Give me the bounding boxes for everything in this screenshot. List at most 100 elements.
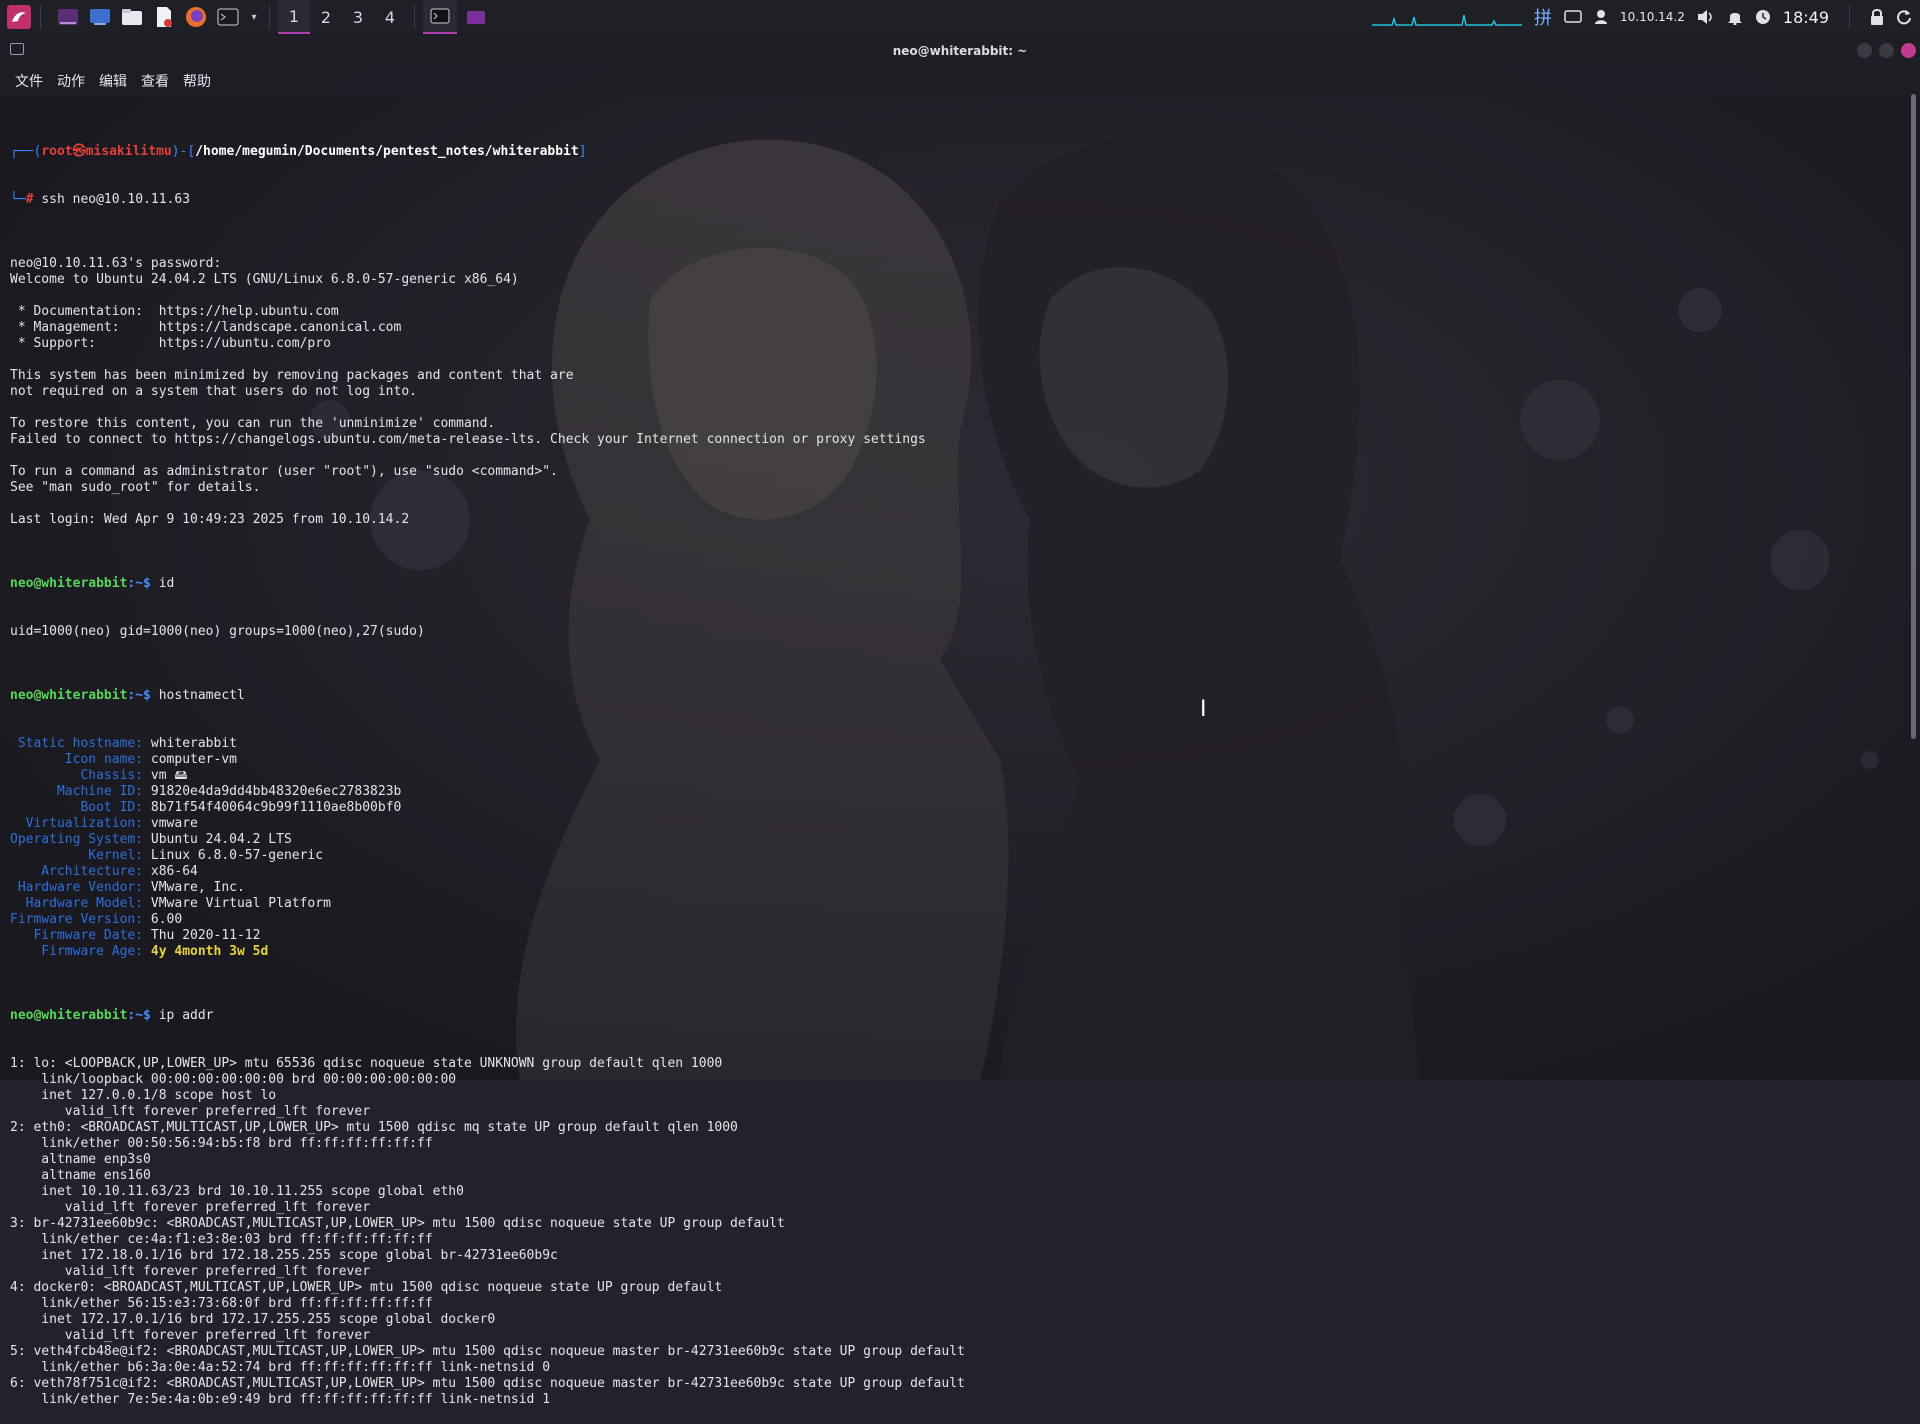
lock-icon[interactable] <box>1870 9 1884 25</box>
hostnamectl-row: Firmware Version: 6.00 <box>10 912 1890 928</box>
hostnamectl-value: x86-64 <box>150 864 198 879</box>
hostnamectl-value: computer-vm <box>150 752 237 767</box>
close-button[interactable] <box>1901 43 1916 58</box>
vpn-user-icon[interactable] <box>1594 9 1608 25</box>
workspace-2[interactable]: 2 <box>310 0 342 34</box>
workspace-4[interactable]: 4 <box>374 0 406 34</box>
volume-icon[interactable] <box>1697 9 1715 25</box>
panel-separator <box>414 5 415 29</box>
login-banner-line <box>10 352 1890 368</box>
hostnamectl-value: whiterabbit <box>150 736 237 751</box>
ip-addr-line: altname ens160 <box>10 1168 151 1183</box>
login-banner-line: This system has been minimized by removi… <box>10 368 574 383</box>
screenshot-app-icon[interactable] <box>87 4 113 30</box>
login-banner-line: Failed to connect to https://changelogs.… <box>10 432 926 447</box>
remote-command-line: neo@whiterabbit:~$ hostnamectl <box>10 688 1890 704</box>
network-graph-icon <box>1372 7 1522 27</box>
prompt-bracket: ] <box>578 144 587 159</box>
ip-addr-line: link/ether ce:4a:f1:e3:8e:03 brd ff:ff:f… <box>10 1232 433 1247</box>
login-banner-line: * Documentation: https://help.ubuntu.com <box>10 304 339 319</box>
hostnamectl-row: Firmware Age: 4y 4month 3w 5d <box>10 944 1890 960</box>
remote-prompt: neo@whiterabbit <box>10 576 128 591</box>
minimize-button[interactable] <box>1857 43 1872 58</box>
hostnamectl-value: 91820e4da9dd4bb48320e6ec2783823b <box>150 784 402 799</box>
refresh-icon[interactable] <box>1896 9 1912 25</box>
ip-addr-line: inet 10.10.11.63/23 brd 10.10.11.255 sco… <box>10 1184 464 1199</box>
id-output: uid=1000(neo) gid=1000(neo) groups=1000(… <box>10 624 425 639</box>
prompt-hash: # <box>25 192 34 207</box>
clock[interactable]: 18:49 <box>1783 8 1829 27</box>
terminal-launcher-icon[interactable] <box>215 4 241 30</box>
hostnamectl-value: vm 🖴 <box>150 768 188 783</box>
login-banner-line: Welcome to Ubuntu 24.04.2 LTS (GNU/Linux… <box>10 272 519 287</box>
hostnamectl-key: Architecture: <box>10 864 151 879</box>
ip-addr-line: valid_lft forever preferred_lft forever <box>10 1200 371 1215</box>
text-editor-icon[interactable] <box>151 4 177 30</box>
ip-addr-line: link/loopback 00:00:00:00:00:00 brd 00:0… <box>10 1072 457 1087</box>
prompt-bracket: ┌──( <box>10 144 42 159</box>
local-prompt-line: ┌──(root㉿misakilitmu)-[/home/megumin/Doc… <box>10 144 1890 160</box>
hostnamectl-key: Firmware Version: <box>10 912 151 927</box>
menu-edit[interactable]: 编辑 <box>92 71 134 91</box>
ip-addr-line: link/ether 7e:5e:4a:0b:e9:49 brd ff:ff:f… <box>10 1392 551 1407</box>
ip-addr-line: valid_lft forever preferred_lft forever <box>10 1264 371 1279</box>
clock-icon <box>1755 9 1771 25</box>
top-panel: ▾ 1 2 3 4 拼 10.10.14.2 18:49 <box>0 0 1920 35</box>
login-banner-line: See "man sudo_root" for details. <box>10 480 261 495</box>
ip-addr-line: 1: lo: <LOOPBACK,UP,LOWER_UP> mtu 65536 … <box>10 1056 723 1071</box>
login-banner-line: Last login: Wed Apr 9 10:49:23 2025 from… <box>10 512 410 527</box>
terminal-scrollbar[interactable] <box>1911 94 1916 739</box>
login-banner-line: To restore this content, you can run the… <box>10 416 496 431</box>
display-icon[interactable] <box>1564 10 1582 24</box>
workspace-1[interactable]: 1 <box>278 0 310 34</box>
keyboard-layout-icon[interactable]: 拼 <box>1534 4 1552 30</box>
hostnamectl-value: vmware <box>150 816 198 831</box>
menu-file[interactable]: 文件 <box>8 71 50 91</box>
terminal-output[interactable]: ┌──(root㉿misakilitmu)-[/home/megumin/Doc… <box>10 112 1890 1407</box>
hostnamectl-key: Virtualization: <box>10 816 151 831</box>
workspace-3[interactable]: 3 <box>342 0 374 34</box>
task-folder-icon[interactable] <box>463 4 489 30</box>
file-manager-icon[interactable] <box>119 4 145 30</box>
menu-help[interactable]: 帮助 <box>176 71 218 91</box>
bell-icon[interactable] <box>1727 9 1743 25</box>
ip-address: 10.10.14.2 <box>1620 10 1685 24</box>
hostnamectl-key: Boot ID: <box>10 800 151 815</box>
remote-prompt-suffix: :~$ <box>127 1008 159 1023</box>
hostnamectl-output: Static hostname: whiterabbit Icon name: … <box>10 736 1890 960</box>
hostnamectl-row: Firmware Date: Thu 2020-11-12 <box>10 928 1890 944</box>
hostnamectl-key: Kernel: <box>10 848 151 863</box>
hostnamectl-row: Operating System: Ubuntu 24.04.2 LTS <box>10 832 1890 848</box>
maximize-button[interactable] <box>1879 43 1894 58</box>
login-banner-line: To run a command as administrator (user … <box>10 464 558 479</box>
login-banner-line <box>10 448 1890 464</box>
show-desktop-icon[interactable] <box>55 4 81 30</box>
hostnamectl-value: 8b71f54f40064c9b99f1110ae8b00bf0 <box>150 800 402 815</box>
window-titlebar[interactable]: neo@whiterabbit: ~ <box>0 35 1920 66</box>
window-menu-icon[interactable] <box>10 43 24 55</box>
local-command-line: └─# ssh neo@10.10.11.63 <box>10 192 1890 208</box>
menu-view[interactable]: 查看 <box>134 71 176 91</box>
ip-addr-line: valid_lft forever preferred_lft forever <box>10 1104 371 1119</box>
system-tray: 拼 10.10.14.2 18:49 <box>1372 0 1920 34</box>
remote-prompt-suffix: :~$ <box>127 688 159 703</box>
hostnamectl-key: Operating System: <box>10 832 151 847</box>
login-banner-line <box>10 288 1890 304</box>
login-banner-line <box>10 496 1890 512</box>
hostnamectl-row: Virtualization: vmware <box>10 816 1890 832</box>
prompt-user: root㉿misakilitmu <box>41 144 172 159</box>
login-banner-line: not required on a system that users do n… <box>10 384 417 399</box>
hostnamectl-row: Architecture: x86-64 <box>10 864 1890 880</box>
command-text: ssh neo@10.10.11.63 <box>41 192 191 207</box>
mouse-cursor-icon: I <box>1200 697 1207 722</box>
chevron-down-icon[interactable]: ▾ <box>247 4 261 30</box>
menu-actions[interactable]: 动作 <box>50 71 92 91</box>
panel-separator <box>269 5 270 29</box>
hostnamectl-key: Machine ID: <box>10 784 151 799</box>
panel-separator <box>40 5 41 29</box>
window-title: neo@whiterabbit: ~ <box>892 43 1028 58</box>
kali-menu-icon[interactable] <box>6 4 32 30</box>
task-terminal-icon[interactable] <box>423 0 457 34</box>
remote-prompt: neo@whiterabbit <box>10 688 128 703</box>
firefox-icon[interactable] <box>183 4 209 30</box>
